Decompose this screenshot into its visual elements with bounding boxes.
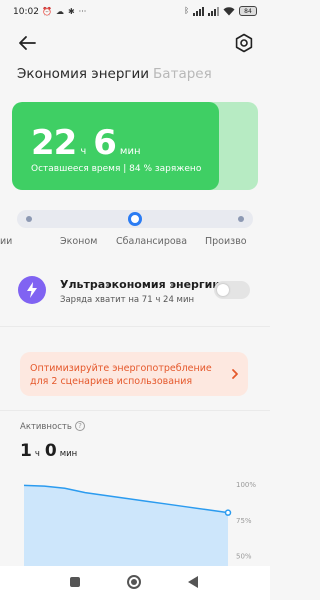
activity-minutes: 0: [44, 441, 57, 461]
wifi-icon: [223, 6, 235, 15]
mode-slider[interactable]: [17, 210, 253, 228]
navigation-bar: [0, 566, 270, 600]
ultra-saver-subtitle: Заряда хватит на 71 ч 24 мин: [60, 295, 195, 305]
mode-dot-ultra[interactable]: [26, 216, 32, 222]
nav-back-button[interactable]: [188, 576, 198, 588]
battery-card[interactable]: 22 ч 6 мин Оставшееся время | 84 % заряж…: [12, 102, 258, 190]
mode-selected-balanced[interactable]: [128, 212, 142, 226]
activity-hours: 1: [20, 441, 32, 461]
chart-y-tick-label: 100%: [236, 481, 256, 489]
remaining-time: 22 ч 6 мин: [31, 126, 148, 160]
activity-label: Активность: [20, 422, 72, 432]
bluetooth-icon: ᛒ: [184, 6, 189, 15]
activity-time: 1 ч 0 мин: [20, 441, 82, 461]
mode-label-performance[interactable]: Произво: [205, 236, 247, 247]
recents-button[interactable]: [70, 577, 80, 587]
ultra-saver-title: Ультраэкономия энергии: [60, 278, 221, 291]
optimize-banner[interactable]: Оптимизируйте энергопотребление для 2 сц…: [20, 352, 248, 396]
chart-end-point: [224, 509, 232, 516]
signal-icon: [208, 6, 219, 16]
home-button[interactable]: [127, 575, 141, 589]
mode-dot-performance[interactable]: [238, 216, 244, 222]
chevron-right-icon: [232, 369, 238, 379]
signal-icon: [193, 6, 204, 16]
chart-y-tick-label: 75%: [236, 517, 252, 525]
mode-label-balanced[interactable]: Сбалансирова: [116, 236, 187, 247]
mode-labels: ии Эконом Сбалансирова Произво: [0, 236, 270, 250]
activity-hours-unit: ч: [34, 449, 40, 459]
back-button[interactable]: [16, 32, 38, 54]
mode-label-ultra[interactable]: ии: [0, 236, 12, 247]
tab-energy-saving[interactable]: Экономия энергии: [17, 66, 149, 82]
divider: [0, 326, 270, 327]
status-time: 10:02: [13, 7, 39, 17]
battery-card-subtitle: Оставшееся время | 84 % заряжено: [31, 164, 202, 174]
hours-unit: ч: [80, 146, 87, 157]
divider: [0, 410, 270, 411]
gear-icon[interactable]: [234, 33, 254, 53]
chart-y-tick-label: 50%: [236, 553, 252, 561]
tabs: Экономия энергии Батарея: [17, 66, 212, 82]
help-icon[interactable]: ?: [75, 421, 85, 431]
more-icon: ···: [78, 7, 87, 16]
battery-level-chart: 100% 75% 50%: [23, 481, 256, 570]
lightning-icon: [18, 276, 46, 304]
alarm-icon: ⏰: [42, 7, 52, 16]
toggle-knob: [217, 284, 229, 296]
tab-battery[interactable]: Батарея: [153, 66, 212, 82]
cloud-icon: ☁: [55, 7, 64, 16]
status-bar: 10:02 ⏰ ☁ ✱ ··· ᛒ 84: [0, 0, 270, 26]
battery-icon: 84: [239, 6, 257, 16]
mode-label-economy[interactable]: Эконом: [60, 236, 97, 247]
activity-minutes-unit: мин: [59, 449, 78, 459]
minutes-unit: мин: [119, 146, 141, 157]
remaining-minutes: 6: [93, 123, 117, 163]
remaining-hours: 22: [31, 123, 77, 163]
settings-icon: ✱: [67, 7, 75, 16]
optimize-text: Оптимизируйте энергопотребление для 2 сц…: [30, 363, 212, 387]
ultra-saver-toggle[interactable]: [214, 281, 250, 299]
